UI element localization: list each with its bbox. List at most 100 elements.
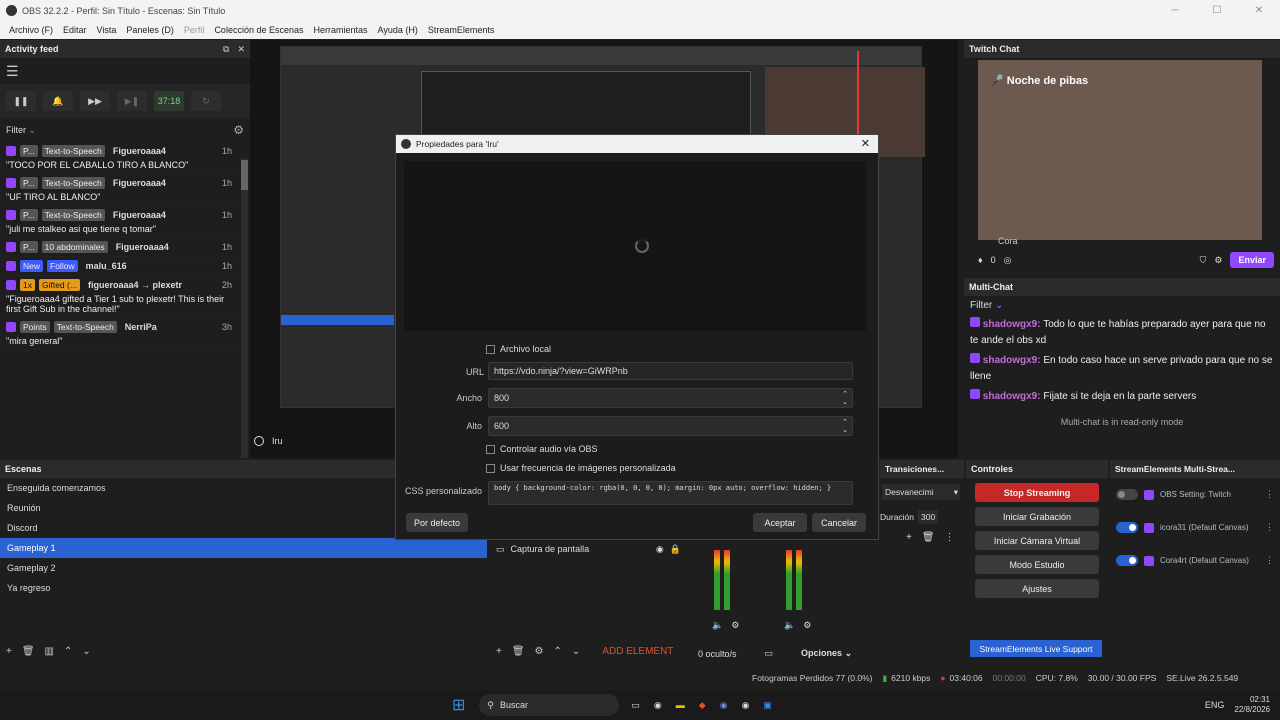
chat-gear-icon[interactable]: ⚙ <box>1214 255 1222 266</box>
feed-item[interactable]: P... Text-to-Speech Figueroaaa4 1h "TOCO … <box>0 142 238 174</box>
duration-input[interactable]: 300 <box>918 510 939 524</box>
source-item[interactable]: ▭ Captura de pantalla ◉ 🔒 <box>490 540 687 558</box>
delete-scene-icon[interactable]: 🗑 <box>22 646 35 657</box>
dialog-close-icon[interactable]: ✕ <box>861 137 870 150</box>
file-explorer-icon[interactable]: ▬ <box>676 700 685 710</box>
move-up-icon[interactable]: ⌃ <box>64 646 72 657</box>
speaker-icon[interactable]: 🔈 <box>712 620 723 631</box>
delete-transition-icon[interactable]: 🗑 <box>922 532 935 543</box>
maximize-icon[interactable]: ☐ <box>1196 0 1238 21</box>
visibility-eye-icon[interactable]: ◉ <box>656 544 664 555</box>
destination-toggle[interactable] <box>1116 555 1138 566</box>
task-view-icon[interactable]: ▭ <box>631 700 640 711</box>
height-spinbox[interactable]: 600 ⌃ ⌄ <box>488 416 853 436</box>
app-icon[interactable]: ▣ <box>763 700 772 711</box>
feed-item[interactable]: Points Text-to-Speech NerriPa 3h "mira ge… <box>0 318 238 350</box>
close-dock-icon[interactable]: ✕ <box>237 44 245 55</box>
hamburger-menu-icon[interactable]: ☰ <box>0 58 250 84</box>
gear-icon[interactable]: ⚙ <box>233 123 244 137</box>
local-file-checkbox[interactable]: Archivo local <box>486 344 551 355</box>
chrome-icon[interactable]: ◉ <box>654 700 662 711</box>
source-settings-icon[interactable]: ⚙ <box>535 646 544 657</box>
brave-icon[interactable]: ◆ <box>699 700 706 711</box>
obs-taskbar-icon[interactable]: ◉ <box>742 700 750 711</box>
menu-ayuda[interactable]: Ayuda (H) <box>378 25 418 35</box>
menu-vista[interactable]: Vista <box>97 25 117 35</box>
more-icon[interactable]: ⋮ <box>1265 489 1274 500</box>
menu-streamelements[interactable]: StreamElements <box>428 25 495 35</box>
clock[interactable]: 02:31 22/8/2026 <box>1234 695 1270 715</box>
next-icon[interactable]: ▶❚ <box>117 91 147 111</box>
destination-toggle[interactable] <box>1116 522 1138 533</box>
feed-scrollbar[interactable] <box>241 158 248 458</box>
lock-icon[interactable]: 🔒 <box>670 544 681 555</box>
heart-icon[interactable]: ♦ <box>978 255 983 265</box>
options-dropdown[interactable]: Opciones ⌄ <box>801 648 852 659</box>
menu-herramientas[interactable]: Herramientas <box>314 25 368 35</box>
skip-icon[interactable]: ▶▶ <box>80 91 110 111</box>
feed-item[interactable]: P... Text-to-Speech Figueroaaa4 1h "juli … <box>0 206 238 238</box>
accept-button[interactable]: Aceptar <box>753 513 807 532</box>
scene-item[interactable]: Gameplay 2 <box>0 558 487 578</box>
more-icon[interactable]: ⋮ <box>1265 555 1274 566</box>
settings-button[interactable]: Ajustes <box>975 579 1099 598</box>
feed-item[interactable]: 1x Gifted (... figueroaaa4 → plexetr 2h "… <box>0 276 238 318</box>
cancel-button[interactable]: Cancelar <box>812 513 866 532</box>
twitch-icon <box>6 242 16 252</box>
menu-archivo[interactable]: Archivo (F) <box>9 25 53 35</box>
mixer-gear-icon[interactable]: ⚙ <box>803 620 811 631</box>
minimize-icon[interactable]: ─ <box>1154 0 1196 21</box>
start-recording-button[interactable]: Iniciar Grabación <box>975 507 1099 526</box>
scene-item[interactable]: Ya regreso <box>0 578 487 598</box>
defaults-button[interactable]: Por defecto <box>406 513 468 532</box>
transition-select[interactable]: Desvanecimi ▾ <box>882 484 960 500</box>
add-element-button[interactable]: ADD ELEMENT <box>602 646 673 657</box>
more-options-icon[interactable]: ⋮ <box>945 532 955 543</box>
source-down-icon[interactable]: ⌄ <box>572 646 580 657</box>
shield-icon[interactable]: ⛉ <box>1200 255 1207 266</box>
width-spinbox[interactable]: 800 ⌃ ⌄ <box>488 388 853 408</box>
studio-mode-button[interactable]: Modo Estudio <box>975 555 1099 574</box>
add-transition-icon[interactable]: + <box>906 532 912 543</box>
viewers-icon[interactable]: ◎ <box>1004 255 1012 266</box>
add-source-icon[interactable]: + <box>496 646 502 657</box>
feed-item[interactable]: P... 10 abdominales Figueroaaa4 1h <box>0 238 238 257</box>
language-indicator[interactable]: ENG <box>1205 700 1225 710</box>
float-icon[interactable]: ⧉ <box>223 44 229 55</box>
virtual-camera-button[interactable]: Iniciar Cámara Virtual <box>975 531 1099 550</box>
menu-paneles[interactable]: Paneles (D) <box>126 25 174 35</box>
mixer-gear-icon[interactable]: ⚙ <box>731 620 739 631</box>
send-button[interactable]: Enviar <box>1230 252 1274 268</box>
live-support-button[interactable]: StreamElements Live Support <box>970 640 1102 657</box>
move-down-icon[interactable]: ⌄ <box>82 646 90 657</box>
close-icon[interactable]: ✕ <box>1238 0 1280 21</box>
multichat-filter[interactable]: Filter ⌄ <box>964 296 1280 315</box>
menu-editar[interactable]: Editar <box>63 25 87 35</box>
more-icon[interactable]: ⋮ <box>1265 522 1274 533</box>
destination-toggle[interactable] <box>1116 489 1138 500</box>
bell-icon[interactable]: 🔔 <box>43 91 73 111</box>
stop-streaming-button[interactable]: Stop Streaming <box>975 483 1099 502</box>
replay-icon[interactable]: ↻ <box>191 91 221 111</box>
filter-dropdown[interactable]: Filter ⌄ <box>6 125 36 136</box>
custom-fps-checkbox[interactable]: Usar frecuencia de imágenes personalizad… <box>486 463 676 474</box>
scene-item[interactable]: Gameplay 1 <box>0 538 487 558</box>
add-scene-icon[interactable]: + <box>6 646 12 657</box>
windows-start-icon[interactable]: ⊞ <box>452 695 465 715</box>
feed-item[interactable]: New Follow malu_616 1h <box>0 257 238 276</box>
mixer-layout-icon[interactable]: ▭ <box>765 648 774 659</box>
pause-icon[interactable]: ❚❚ <box>6 91 36 111</box>
menu-coleccion[interactable]: Colección de Escenas <box>214 25 303 35</box>
control-audio-checkbox[interactable]: Controlar audio vía OBS <box>486 444 598 455</box>
filter-scene-icon[interactable]: ▥ <box>45 646 54 657</box>
delete-source-icon[interactable]: 🗑 <box>512 646 525 657</box>
properties-dialog: Propiedades para 'Iru' ✕ Archivo local U… <box>395 134 879 540</box>
css-textarea[interactable]: body { background-color: rgba(0, 0, 0, 0… <box>488 481 853 505</box>
url-input[interactable]: https://vdo.ninja/?view=GiWRPnb <box>488 362 853 380</box>
taskbar-search[interactable]: ⚲ Buscar <box>479 694 620 716</box>
speaker-icon[interactable]: 🔈 <box>784 620 795 631</box>
source-up-icon[interactable]: ⌃ <box>554 646 562 657</box>
feed-item[interactable]: P... Text-to-Speech Figueroaaa4 1h "UF TI… <box>0 174 238 206</box>
discord-icon[interactable]: ◉ <box>720 700 728 711</box>
menu-perfil[interactable]: Perfil <box>184 25 205 35</box>
